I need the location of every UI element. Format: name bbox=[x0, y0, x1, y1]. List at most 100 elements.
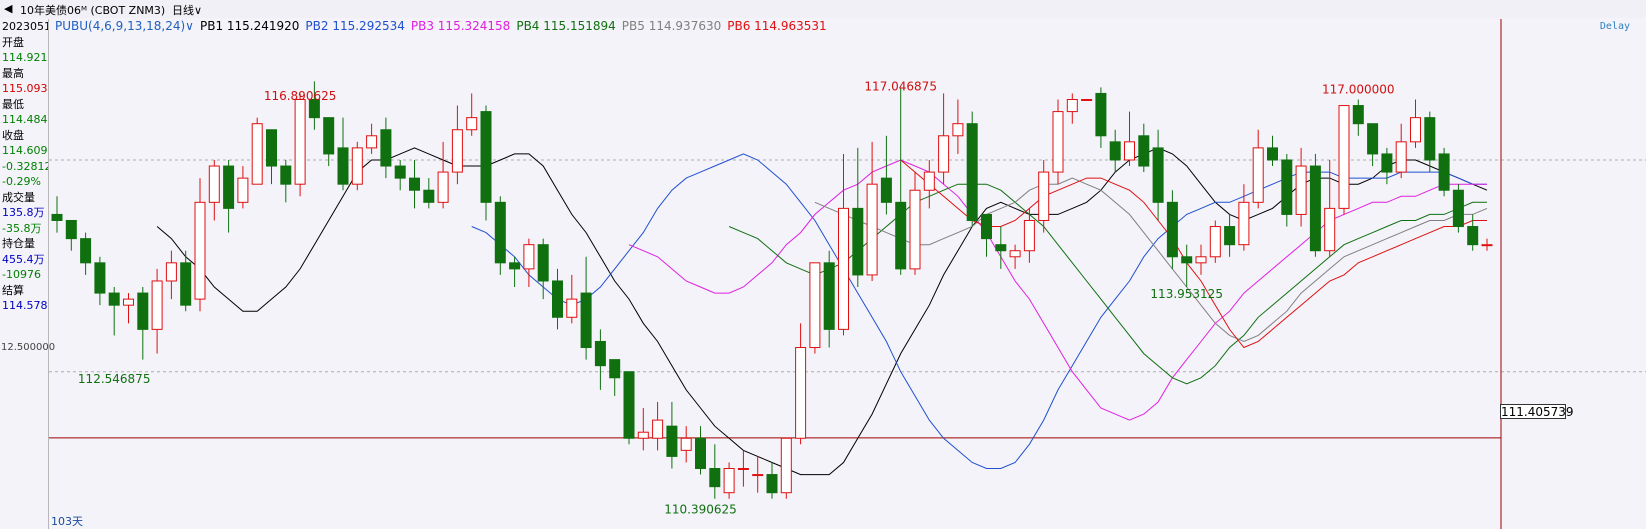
price-chart[interactable]: 112.546875 116.890625 110.390625 117.046875… bbox=[49, 19, 1646, 529]
candle-body bbox=[680, 437, 692, 451]
legend-item[interactable]: PB3 115.324158 bbox=[411, 19, 510, 33]
candle-body bbox=[737, 468, 749, 471]
candle-body bbox=[208, 165, 220, 203]
candle-body bbox=[637, 431, 649, 439]
candle-body bbox=[509, 262, 521, 270]
extreme-price-label: 117.046875 bbox=[864, 80, 937, 94]
candle-body bbox=[351, 147, 363, 185]
indicator-legend[interactable]: PUBU(4,6,9,13,18,24)∨ PB1 115.241920 PB2 1… bbox=[55, 19, 833, 33]
legend-item[interactable]: PB6 114.963531 bbox=[727, 19, 826, 33]
candle-body bbox=[1166, 201, 1178, 258]
sidebar-field: 持仓量 bbox=[2, 237, 35, 250]
legend-item[interactable]: PB5 114.937630 bbox=[622, 19, 721, 33]
candle-body bbox=[1095, 92, 1107, 137]
sidebar-field: 最低 bbox=[2, 97, 24, 111]
candle-body bbox=[752, 474, 764, 477]
candle-body bbox=[437, 171, 449, 203]
day-count-label: 103天 bbox=[51, 515, 83, 528]
candle-body bbox=[823, 262, 835, 330]
candle-body bbox=[1238, 201, 1250, 246]
candle-body bbox=[466, 117, 478, 131]
candle-body bbox=[51, 213, 63, 221]
candle-body bbox=[394, 165, 406, 179]
candle-body bbox=[537, 244, 549, 282]
sidebar-field: -0.29% bbox=[2, 175, 41, 188]
sidebar-field: 115.093750 bbox=[2, 82, 48, 95]
candle-body bbox=[609, 359, 621, 379]
candle-body bbox=[981, 213, 992, 240]
candle-body bbox=[165, 262, 177, 282]
sidebar-field: 455.4万 bbox=[2, 252, 45, 266]
candle-body bbox=[1109, 141, 1121, 161]
candle-body bbox=[923, 171, 935, 191]
legend-item[interactable]: PB1 115.241920 bbox=[200, 19, 299, 33]
title-bar: ◀ 10年美债06ᴹ (CBOT ZNM3) 日线∨ bbox=[0, 0, 1646, 18]
candle-body bbox=[709, 468, 721, 488]
series-line-pb3 bbox=[628, 159, 1487, 421]
candle-body bbox=[1195, 256, 1207, 264]
candle-body bbox=[652, 419, 664, 439]
candle-body bbox=[1467, 226, 1479, 246]
sidebar-field: 结算 bbox=[2, 283, 24, 297]
candle-body bbox=[123, 298, 134, 306]
candle-body bbox=[909, 189, 921, 270]
extreme-price-label: 112.546875 bbox=[78, 372, 151, 386]
candle-body bbox=[952, 123, 964, 137]
candle-body bbox=[237, 177, 249, 203]
candle-body bbox=[423, 189, 435, 203]
candle-body bbox=[552, 280, 563, 318]
sidebar-field: -35.8万 bbox=[2, 221, 42, 235]
candle-body bbox=[809, 262, 821, 349]
candle-body bbox=[623, 371, 635, 439]
candle-body bbox=[1338, 105, 1350, 209]
candle-body bbox=[1281, 159, 1293, 215]
candle-body bbox=[337, 147, 349, 185]
candle-body bbox=[895, 201, 907, 270]
candle-body bbox=[1152, 147, 1164, 203]
sidebar-field: -0.328125 bbox=[2, 159, 48, 173]
candle-body bbox=[866, 183, 878, 276]
candle-body bbox=[880, 177, 892, 203]
candle-body bbox=[766, 474, 778, 494]
candle-body bbox=[294, 98, 306, 185]
candle-body bbox=[1381, 153, 1393, 173]
legend-item[interactable]: PUBU(4,6,9,13,18,24)∨ bbox=[55, 19, 194, 33]
candle-body bbox=[666, 425, 678, 457]
sidebar-field: 收盘 bbox=[2, 128, 24, 142]
candle-body bbox=[1138, 135, 1150, 167]
candle-body bbox=[180, 262, 192, 306]
candle-body bbox=[1324, 207, 1336, 252]
candle-body bbox=[1309, 165, 1321, 252]
candle-body bbox=[594, 340, 606, 367]
period-dropdown[interactable]: 日线∨ bbox=[172, 2, 202, 18]
candle-body bbox=[523, 244, 535, 270]
candle-body bbox=[1023, 219, 1035, 252]
instrument-title[interactable]: 10年美债06ᴹ (CBOT ZNM3) bbox=[20, 2, 165, 18]
candle-body bbox=[366, 135, 378, 149]
candle-body bbox=[1395, 141, 1407, 173]
legend-item[interactable]: PB2 115.292534 bbox=[305, 19, 404, 33]
legend-item[interactable]: PB4 115.151894 bbox=[516, 19, 615, 33]
candle-body bbox=[266, 129, 277, 167]
sidebar-field: 135.8万 bbox=[2, 206, 45, 219]
candle-body bbox=[1267, 147, 1278, 161]
candle-body bbox=[108, 292, 120, 306]
candle-body bbox=[1224, 226, 1236, 246]
delay-badge: Delay bbox=[1599, 21, 1630, 32]
candle-body bbox=[380, 129, 392, 167]
candle-body bbox=[194, 201, 206, 300]
quote-sidebar: 20230517 开盘 114.921875 最高 115.093750 最低 114.48… bbox=[0, 19, 49, 529]
candle-body bbox=[65, 219, 77, 240]
candle-body bbox=[1481, 244, 1493, 247]
candle-body bbox=[1038, 171, 1050, 221]
candle-body bbox=[409, 177, 420, 191]
candle-body bbox=[1052, 111, 1064, 173]
candle-body bbox=[1009, 250, 1021, 258]
candle-body bbox=[966, 123, 978, 221]
candle-body bbox=[1367, 123, 1379, 155]
candle-body bbox=[480, 111, 492, 203]
candle-body bbox=[223, 165, 235, 209]
extreme-price-label: 113.953125 bbox=[1150, 287, 1223, 301]
extreme-price-label: 110.390625 bbox=[664, 502, 737, 516]
back-arrow-icon[interactable]: ◀ bbox=[4, 2, 12, 15]
